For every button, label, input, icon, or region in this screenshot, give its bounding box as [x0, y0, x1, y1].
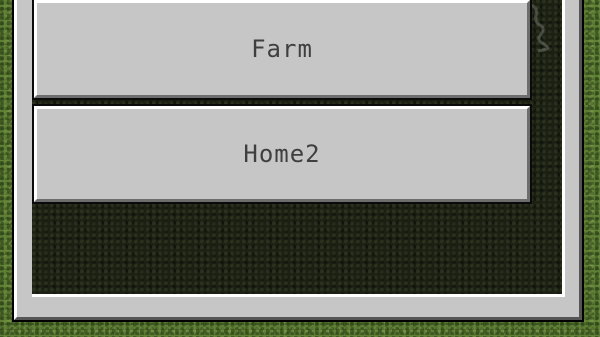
waypoint-label: Farm	[251, 35, 313, 63]
waypoint-button-farm[interactable]: Farm	[34, 0, 530, 98]
waypoint-label: Home2	[243, 140, 321, 168]
waypoint-panel: Farm Home2	[14, 0, 582, 320]
map-squiggle-icon	[531, 3, 550, 53]
waypoint-button-home2[interactable]: Home2	[34, 106, 530, 202]
waypoint-list[interactable]: Farm Home2	[32, 0, 565, 297]
